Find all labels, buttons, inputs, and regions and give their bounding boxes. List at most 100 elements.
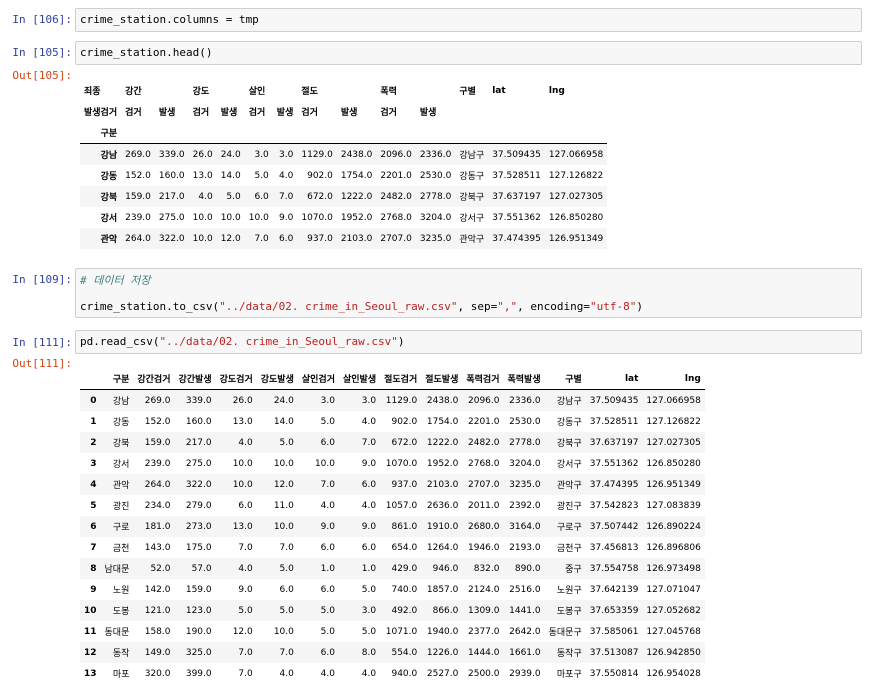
table-cell: 구로구 bbox=[544, 516, 586, 537]
row-index: 4 bbox=[80, 474, 101, 495]
table-cell: 광진구 bbox=[556, 502, 582, 512]
column-header: 살인 bbox=[248, 87, 266, 97]
table-cell: 37.550814 bbox=[589, 668, 639, 679]
table-cell: 9.0 bbox=[297, 516, 339, 537]
table-cell: 126.850280 bbox=[646, 458, 701, 469]
table-cell: 127.126822 bbox=[548, 170, 604, 181]
table-cell: 1129.0 bbox=[297, 143, 337, 165]
table-cell: 8.0 bbox=[339, 642, 381, 663]
table-cell: 5.0 bbox=[361, 584, 377, 595]
table-cell: 126.954028 bbox=[646, 668, 701, 679]
table-cell: 도봉구 bbox=[544, 600, 586, 621]
column-header: 절도검거 bbox=[380, 368, 422, 390]
table-cell: 937.0 bbox=[380, 474, 422, 495]
table-cell: 123.0 bbox=[174, 600, 216, 621]
table-cell: 4.0 bbox=[279, 668, 294, 679]
cell-109-input[interactable]: # 데이터 저장 crime_station.to_csv("../data/0… bbox=[75, 268, 862, 318]
cell-105-input[interactable]: crime_station.head() bbox=[75, 41, 862, 65]
table-cell: 2636.0 bbox=[426, 500, 459, 511]
table-cell: 37.528511 bbox=[492, 170, 541, 181]
table-cell: 37.554758 bbox=[585, 558, 643, 579]
table-cell: 10.0 bbox=[248, 212, 269, 223]
column-header: 폭력발생 bbox=[503, 368, 545, 390]
table-cell: 1.0 bbox=[339, 558, 381, 579]
table-cell: 6.0 bbox=[339, 474, 381, 495]
table-cell: 1222.0 bbox=[421, 432, 463, 453]
table-cell: 동작 bbox=[100, 642, 134, 663]
table-cell: 1444.0 bbox=[462, 642, 504, 663]
table-cell: 7.0 bbox=[339, 432, 381, 453]
empty-header bbox=[336, 122, 377, 144]
table-row: 10 도봉 121.0 123.0 5.0 5.0 5.0 3.0 492.0 866.0 1309… bbox=[80, 600, 705, 621]
row-index: 3 bbox=[90, 458, 97, 469]
column-header: lng bbox=[548, 85, 565, 96]
empty-header bbox=[216, 122, 245, 144]
empty-header bbox=[272, 122, 298, 144]
column-subheader bbox=[488, 101, 545, 122]
cell-106-input[interactable]: crime_station.columns = tmp bbox=[75, 8, 862, 32]
empty-header bbox=[544, 122, 608, 144]
index-header bbox=[80, 368, 101, 390]
table-cell: 159.0 bbox=[185, 584, 212, 595]
table-cell: 429.0 bbox=[380, 558, 422, 579]
empty-header bbox=[244, 122, 273, 144]
table-cell: 37.637197 bbox=[488, 186, 545, 207]
table-cell: 2103.0 bbox=[421, 474, 463, 495]
table-cell: 마포구 bbox=[556, 670, 582, 680]
code-path: "../data/02. crime_in_Seoul_raw.csv" bbox=[159, 335, 398, 348]
table-cell: 1057.0 bbox=[385, 500, 418, 511]
table-cell: 동작구 bbox=[544, 642, 586, 663]
column-subheader bbox=[455, 101, 488, 122]
row-index: 9 bbox=[90, 584, 97, 595]
table-cell: 4.0 bbox=[188, 186, 217, 207]
empty-header bbox=[455, 122, 489, 144]
table-cell: 234.0 bbox=[144, 500, 171, 511]
table-cell: 1264.0 bbox=[426, 542, 459, 553]
code-sep: "," bbox=[497, 300, 518, 313]
table-cell: 37.474395 bbox=[488, 228, 545, 249]
table-row: 5 광진 234.0 279.0 6.0 11.0 4.0 4.0 1057.0 2636.0 20… bbox=[80, 495, 705, 516]
table-cell: 399.0 bbox=[185, 668, 212, 679]
table-cell: 도봉 bbox=[100, 600, 134, 621]
table-cell: 832.0 bbox=[462, 558, 504, 579]
table-cell: 37.509435 bbox=[585, 389, 643, 411]
table-cell: 1754.0 bbox=[426, 416, 459, 427]
column-header bbox=[155, 80, 189, 101]
head-dataframe: 죄종 강간 강도 살인 절도 폭력 구별 lat lng 발생검거 검거 발생 검거 발생 검거 발생 검거 발… bbox=[80, 80, 608, 249]
table-cell: 672.0 bbox=[297, 186, 337, 207]
row-index: 0 bbox=[80, 389, 101, 411]
table-cell: 127.126822 bbox=[646, 416, 701, 427]
empty-header bbox=[188, 122, 217, 144]
table-cell: 143.0 bbox=[144, 542, 171, 553]
table-cell: 관악구 bbox=[455, 228, 489, 249]
table-cell: 5.0 bbox=[256, 432, 298, 453]
table-cell: 4.0 bbox=[320, 500, 335, 511]
code-end: ) bbox=[397, 335, 405, 348]
table-cell: 126.951349 bbox=[642, 474, 705, 495]
table-cell: 890.0 bbox=[503, 558, 545, 579]
table-cell: 7.0 bbox=[215, 642, 257, 663]
row-index: 6 bbox=[80, 516, 101, 537]
table-cell: 339.0 bbox=[154, 143, 189, 165]
table-cell: 1226.0 bbox=[421, 642, 463, 663]
column-header: 절도발생 bbox=[421, 368, 463, 390]
column-header: 강간 bbox=[125, 87, 142, 97]
table-cell: 24.0 bbox=[216, 143, 245, 165]
table-cell: 10.0 bbox=[220, 212, 241, 223]
table-cell: 52.0 bbox=[133, 558, 175, 579]
table-cell: 금천구 bbox=[556, 544, 582, 554]
table-cell: 2103.0 bbox=[336, 228, 377, 249]
table-cell: 940.0 bbox=[391, 668, 418, 679]
table-cell: 광진 bbox=[112, 502, 130, 512]
table-cell: 12.0 bbox=[232, 626, 253, 637]
cell-111-input[interactable]: pd.read_csv("../data/02. crime_in_Seoul_… bbox=[75, 330, 862, 354]
table-cell: 10.0 bbox=[256, 516, 298, 537]
empty-header bbox=[121, 122, 155, 144]
table-cell: 강동구 bbox=[556, 418, 582, 428]
row-index: 1 bbox=[90, 416, 97, 427]
table-cell: 37.509435 bbox=[488, 143, 545, 165]
row-index: 5 bbox=[90, 500, 97, 511]
column-header bbox=[217, 80, 245, 101]
table-cell: 325.0 bbox=[174, 642, 216, 663]
table-cell: 6.0 bbox=[297, 642, 339, 663]
